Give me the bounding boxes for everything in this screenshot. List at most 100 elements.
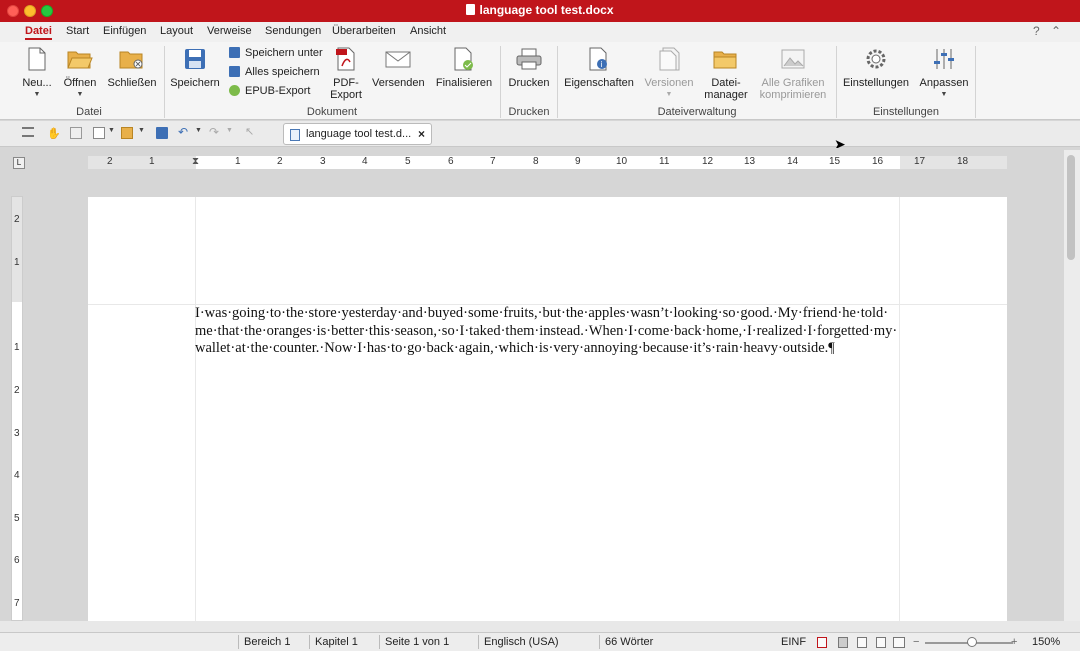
new-document-icon xyxy=(24,46,50,72)
epub-export-button[interactable]: EPUB-Export xyxy=(229,85,310,97)
collapse-ribbon-icon[interactable]: ⌃ xyxy=(1051,24,1061,38)
view-master-icon[interactable] xyxy=(876,637,886,648)
tab-layout[interactable]: Layout xyxy=(160,25,193,37)
pdf-export-button[interactable]: PDF- Export xyxy=(327,46,365,101)
view-outline-icon[interactable] xyxy=(838,637,848,648)
folder-icon[interactable] xyxy=(121,127,133,139)
chevron-down-icon[interactable]: ▼ xyxy=(195,127,207,139)
margin-guide xyxy=(899,197,900,621)
tab-datei[interactable]: Datei xyxy=(25,25,52,40)
save-icon[interactable] xyxy=(156,127,168,139)
compress-images-button[interactable]: Alle Grafiken komprimieren xyxy=(757,46,829,101)
vertical-ruler[interactable]: 2 1 1 2 3 4 5 6 7 xyxy=(11,196,23,621)
vruler-number: 6 xyxy=(14,555,20,566)
tab-einfuegen[interactable]: Einfügen xyxy=(103,25,146,37)
tab-ueberarbeiten[interactable]: Überarbeiten xyxy=(332,25,396,37)
vertical-scrollbar[interactable] xyxy=(1064,150,1080,621)
zoom-slider-thumb[interactable] xyxy=(967,637,977,647)
status-divider xyxy=(309,635,310,649)
ruler-number: 12 xyxy=(702,156,714,167)
finalize-button[interactable]: Finalisieren xyxy=(434,46,494,89)
tab-start[interactable]: Start xyxy=(66,25,89,37)
print-button[interactable]: Drucken xyxy=(505,46,553,89)
chevron-down-icon[interactable]: ▼ xyxy=(138,127,150,139)
redo-icon[interactable]: ↷ xyxy=(209,125,221,139)
vruler-number: 2 xyxy=(14,385,20,396)
ruler-number: 3 xyxy=(320,156,326,167)
chevron-down-icon: ▼ xyxy=(940,91,948,98)
ruler-number: 11 xyxy=(659,156,670,167)
view-book-icon[interactable] xyxy=(893,637,905,648)
settings-button[interactable]: Einstellungen xyxy=(842,46,910,89)
zoom-level[interactable]: 150% xyxy=(1032,636,1060,648)
document-page[interactable]: I·was·going·to·the·store·yesterday·and·b… xyxy=(88,197,1007,621)
help-icon[interactable]: ? xyxy=(1033,24,1040,38)
ruler-number: 4 xyxy=(362,156,368,167)
close-document-button[interactable]: Schließen xyxy=(107,46,157,89)
new-label: Neu... xyxy=(22,77,52,89)
status-section[interactable]: Bereich 1 xyxy=(244,636,290,648)
new-button[interactable]: Neu... ▼ xyxy=(20,46,54,101)
horizontal-scrollbar[interactable] xyxy=(0,621,1080,632)
scrollbar-thumb[interactable] xyxy=(1067,155,1075,260)
horizontal-ruler[interactable]: 2 1 ⧗ 1 2 3 4 5 6 7 8 9 10 11 12 13 14 1… xyxy=(88,156,1007,169)
tab-sendungen[interactable]: Sendungen xyxy=(265,25,321,37)
versions-icon xyxy=(656,46,682,72)
file-manager-button[interactable]: Datei- manager xyxy=(704,46,748,101)
properties-button[interactable]: i Eigenschaften xyxy=(564,46,634,89)
tab-verweise[interactable]: Verweise xyxy=(207,25,252,37)
save-button[interactable]: Speichern xyxy=(170,46,220,89)
ribbon: Neu... ▼ Öffnen ▼ Schließen Datei Speich… xyxy=(0,42,1080,120)
ruler-number: 7 xyxy=(490,156,496,167)
open-button[interactable]: Öffnen ▼ xyxy=(62,46,98,101)
indent-marker-icon[interactable]: ⧗ xyxy=(192,156,199,167)
close-tab-icon[interactable]: × xyxy=(418,127,425,141)
group-label-dokument: Dokument xyxy=(306,106,358,118)
pointer-icon[interactable]: ↖ xyxy=(245,125,257,138)
new-file-icon[interactable] xyxy=(93,127,105,139)
document-icon xyxy=(290,129,300,141)
pdf-icon xyxy=(333,46,359,72)
tab-stop-selector[interactable]: L xyxy=(13,157,25,169)
chevron-down-icon: ▼ xyxy=(33,91,41,98)
document-body[interactable]: I·was·going·to·the·store·yesterday·and·b… xyxy=(195,305,899,358)
save-as-button[interactable]: Speichern unter xyxy=(229,47,323,59)
tab-ansicht[interactable]: Ansicht xyxy=(410,25,446,37)
versions-button[interactable]: Versionen ▼ xyxy=(643,46,695,101)
undo-icon[interactable]: ↶ xyxy=(178,125,190,139)
view-page-icon[interactable] xyxy=(857,637,867,648)
versions-label: Versionen xyxy=(644,77,694,89)
epub-export-label: EPUB-Export xyxy=(245,85,311,97)
document-tab[interactable]: language tool test.d... × xyxy=(283,123,432,145)
chevron-down-icon[interactable]: ▼ xyxy=(108,127,120,139)
send-button[interactable]: Versenden xyxy=(372,46,425,89)
finalize-icon xyxy=(451,46,477,72)
status-page[interactable]: Seite 1 von 1 xyxy=(385,636,449,648)
menu-icon[interactable] xyxy=(22,127,34,137)
paragraph-line: me·that·the·oranges·is·better·this·seaso… xyxy=(195,322,898,339)
file-manager-icon xyxy=(713,46,739,72)
properties-icon: i xyxy=(586,46,612,72)
status-language[interactable]: Englisch (USA) xyxy=(484,636,559,648)
chevron-down-icon[interactable]: ▼ xyxy=(226,127,238,139)
status-divider xyxy=(379,635,380,649)
ruler-number: 1 xyxy=(149,156,155,167)
settings-label: Einstellungen xyxy=(842,77,910,89)
customize-button[interactable]: Anpassen ▼ xyxy=(918,46,970,101)
status-word-count[interactable]: 66 Wörter xyxy=(605,636,653,648)
hand-icon[interactable]: ✋ xyxy=(47,127,61,140)
group-divider xyxy=(836,46,837,118)
ruler-number: 17 xyxy=(914,156,926,167)
send-label: Versenden xyxy=(372,77,425,89)
ruler-number: 10 xyxy=(616,156,628,167)
view-normal-icon[interactable] xyxy=(817,637,827,648)
edit-icon[interactable] xyxy=(70,127,82,139)
save-all-button[interactable]: Alles speichern xyxy=(229,66,320,78)
save-label: Speichern xyxy=(170,77,220,89)
status-divider xyxy=(478,635,479,649)
gear-icon xyxy=(863,46,889,72)
zoom-in-button[interactable]: + xyxy=(1011,636,1017,648)
status-insert-mode[interactable]: EINF xyxy=(781,636,806,648)
status-chapter[interactable]: Kapitel 1 xyxy=(315,636,358,648)
zoom-out-button[interactable]: − xyxy=(913,636,919,648)
